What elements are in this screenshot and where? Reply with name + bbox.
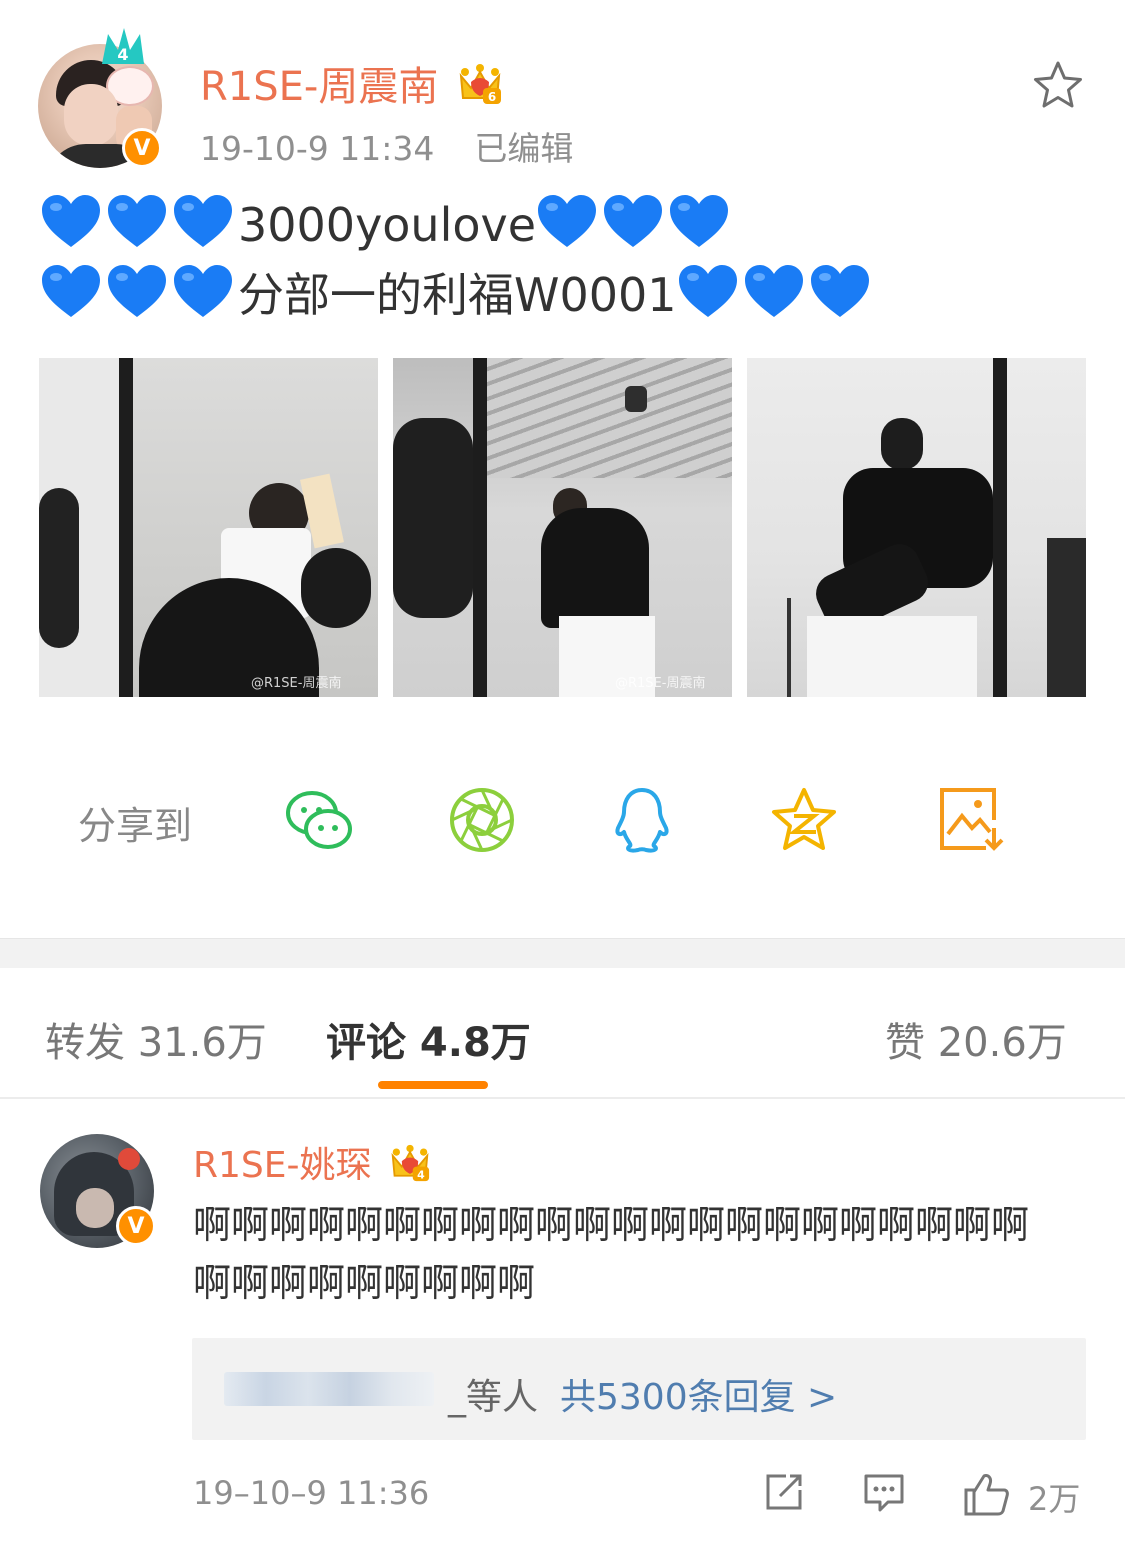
blue-heart-icon <box>744 265 803 317</box>
post-line-1-text: 3000youlove <box>238 198 537 252</box>
vip-crown-icon: 6 <box>459 64 502 104</box>
moments-icon[interactable] <box>446 784 518 856</box>
blue-heart-icon <box>108 265 166 317</box>
blue-heart-icon <box>538 195 597 247</box>
post-photo-3[interactable] <box>747 358 1086 697</box>
section-separator <box>0 938 1125 968</box>
blue-heart-icon <box>810 265 869 317</box>
verified-badge: V <box>122 128 162 168</box>
blue-heart-icon <box>42 195 100 247</box>
blue-heart-icon <box>42 265 100 317</box>
repost-icon[interactable] <box>762 1470 806 1514</box>
like-icon[interactable] <box>962 1470 1010 1518</box>
post-meta: 19-10-9 11:34 已编辑 <box>200 122 573 170</box>
save-image-icon[interactable] <box>934 784 1006 856</box>
svg-text:4: 4 <box>117 45 128 64</box>
author-username[interactable]: R1SE-周震南 6 <box>200 54 503 112</box>
post-body: 3000youlove 分部一的利福W0001 <box>40 190 875 330</box>
photo-watermark: @R1SE-周震南 <box>251 676 342 691</box>
tabs-divider <box>0 1097 1125 1099</box>
post-line-2: 分部一的利福W0001 <box>40 260 875 330</box>
svg-text:4: 4 <box>417 1168 425 1181</box>
tab-likes[interactable]: 赞 20.6万 <box>885 1010 1067 1068</box>
photo-watermark: @R1SE-周震南 <box>615 676 706 691</box>
tab-reposts[interactable]: 转发 31.6万 <box>45 1010 267 1068</box>
comment-timestamp: 19–10–9 11:36 <box>193 1474 430 1512</box>
blurred-replier-names <box>224 1372 434 1406</box>
blue-heart-icon <box>174 265 232 317</box>
active-tab-indicator <box>378 1081 488 1089</box>
post-line-1: 3000youlove <box>40 190 875 260</box>
vip-crown-icon: 4 <box>391 1144 430 1181</box>
commenter-username[interactable]: R1SE-姚琛 4 <box>193 1136 431 1188</box>
favorite-star-icon[interactable] <box>1030 58 1086 114</box>
blue-heart-icon <box>678 265 737 317</box>
blue-heart-icon <box>670 195 729 247</box>
commenter-username-text[interactable]: R1SE-姚琛 <box>193 1145 372 1186</box>
decorative-crown-sticker-icon: 4 <box>102 28 144 64</box>
qq-icon[interactable] <box>606 784 678 856</box>
edited-label: 已编辑 <box>474 129 574 168</box>
tab-comments[interactable]: 评论 4.8万 <box>326 1010 531 1068</box>
share-to-label: 分享到 <box>78 804 193 848</box>
replies-summary[interactable]: _等人 共5300条回复 > <box>192 1338 1086 1440</box>
svg-text:6: 6 <box>488 90 496 104</box>
wechat-icon[interactable] <box>283 784 355 856</box>
post-timestamp: 19-10-9 11:34 <box>200 129 435 168</box>
post-line-2-text: 分部一的利福W0001 <box>238 268 677 322</box>
blue-heart-icon <box>174 195 232 247</box>
comment-like-count: 2万 <box>1028 1480 1081 1518</box>
comment-icon[interactable] <box>862 1470 906 1514</box>
comment-text: 啊啊啊啊啊啊啊啊啊啊啊啊啊啊啊啊啊啊啊啊啊啊啊啊啊啊啊啊啊啊啊 <box>193 1203 1030 1305</box>
post-photo-2[interactable]: @R1SE-周震南 <box>393 358 732 697</box>
qzone-icon[interactable] <box>768 784 840 856</box>
blue-heart-icon <box>604 195 663 247</box>
author-username-text[interactable]: R1SE-周震南 <box>200 64 438 110</box>
view-replies-link[interactable]: 共5300条回复 > <box>560 1368 837 1420</box>
post-photo-1[interactable]: @R1SE-周震南 <box>39 358 378 697</box>
reply-others-label: _等人 <box>448 1377 539 1418</box>
commenter-verified-badge: V <box>116 1206 156 1246</box>
blue-heart-icon <box>108 195 166 247</box>
